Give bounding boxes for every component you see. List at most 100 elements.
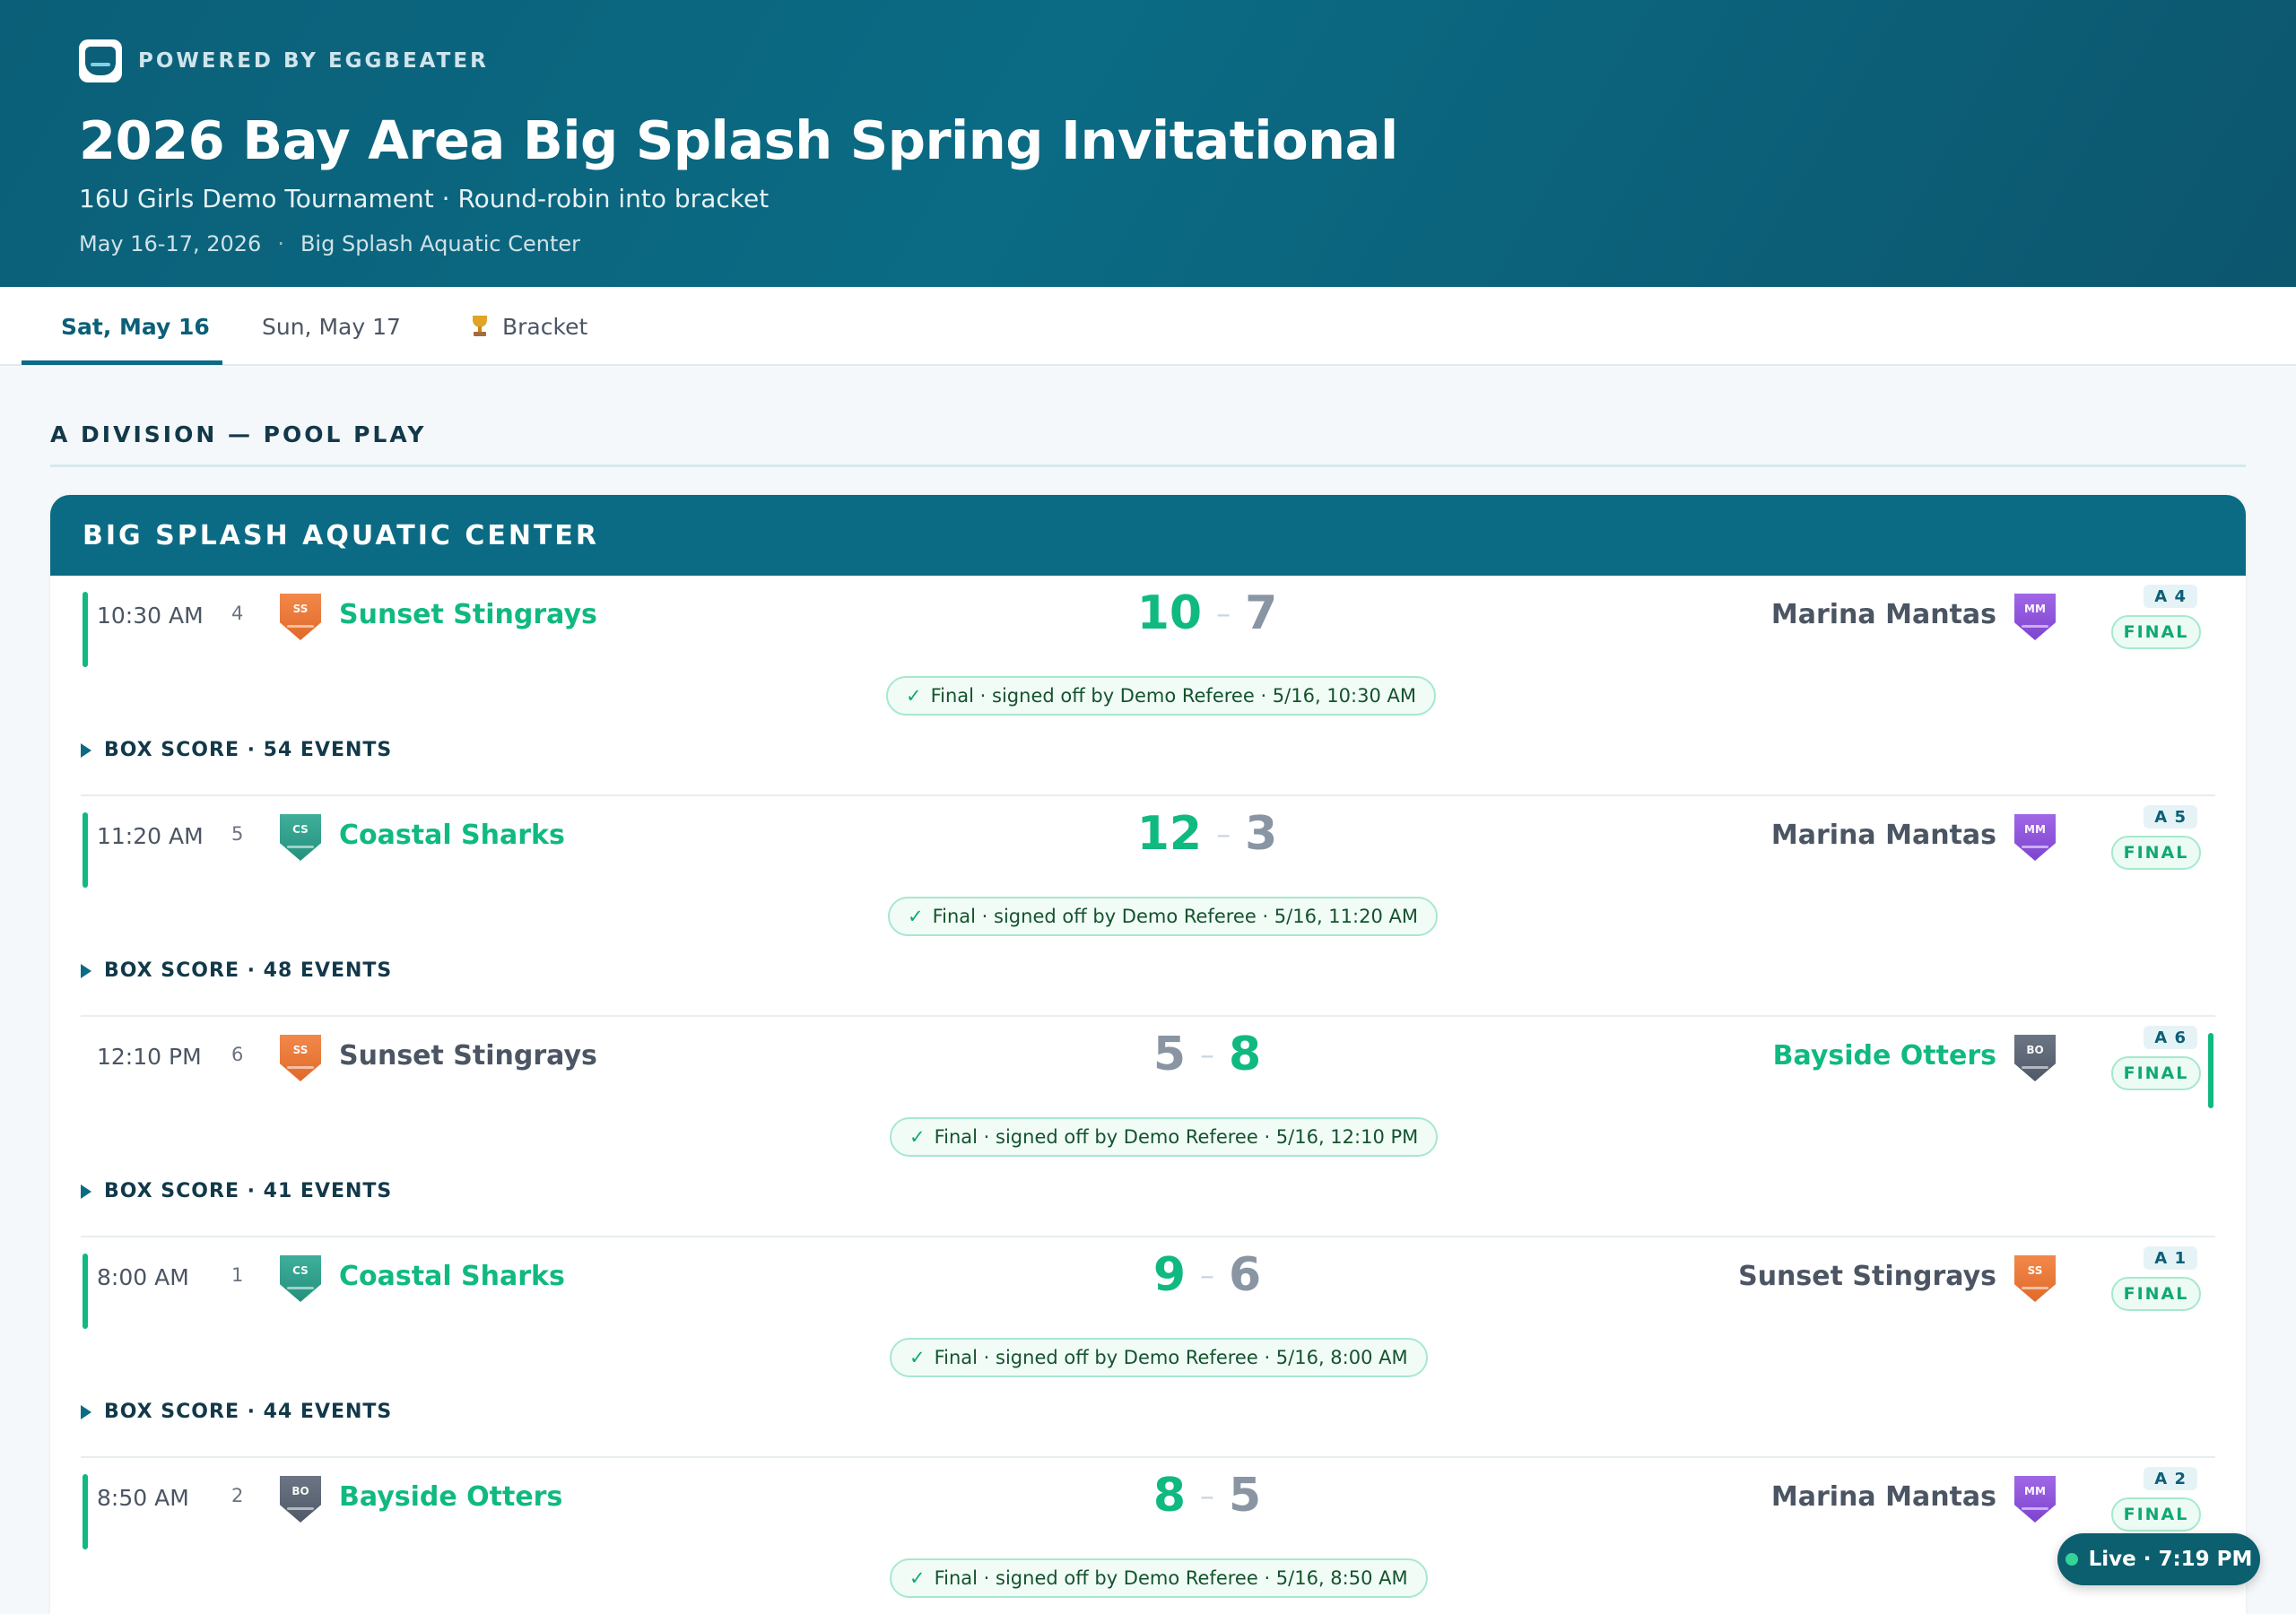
winner-indicator — [2208, 1033, 2213, 1108]
status-badge: FINAL — [2111, 1056, 2201, 1090]
live-label: Live · 7:19 PM — [2088, 1548, 2253, 1571]
box-score-label: BOX SCORE · 48 EVENTS — [104, 959, 393, 982]
division-divider — [50, 464, 2246, 467]
signoff-text: Final · signed off by Demo Referee · 5/1… — [932, 906, 1418, 927]
game-code-badge: A 6 — [2144, 1026, 2197, 1049]
away-team-name[interactable]: Marina Mantas — [1771, 599, 1996, 630]
check-icon: ✓ — [909, 1567, 926, 1589]
game-number: 1 — [231, 1264, 244, 1286]
winner-indicator — [83, 1254, 88, 1329]
game-number: 2 — [231, 1485, 244, 1506]
game-time: 12:10 PM — [97, 1044, 202, 1070]
away-team-name[interactable]: Marina Mantas — [1771, 1481, 1996, 1513]
away-score: 3 — [1245, 807, 1278, 861]
home-score: 8 — [1152, 1469, 1186, 1523]
page-title: 2026 Bay Area Big Splash Spring Invitati… — [79, 109, 1398, 171]
game-number: 6 — [231, 1044, 244, 1065]
home-team-name[interactable]: Coastal Sharks — [339, 1261, 565, 1292]
meta-separator: · — [277, 231, 284, 256]
home-team-name[interactable]: Sunset Stingrays — [339, 599, 597, 630]
game-time: 10:30 AM — [97, 603, 204, 629]
game-row[interactable]: 10:30 AM 4 SS Sunset Stingrays 10 – 7 Ma… — [50, 576, 2246, 796]
team-crest-icon: CS — [280, 814, 321, 861]
powered-by: POWERED BY EGGBEATER — [79, 39, 2217, 82]
team-crest-icon: MM — [2014, 1476, 2056, 1523]
eggbeater-logo-icon[interactable] — [79, 39, 122, 82]
game-score: 5 – 8 — [1100, 1028, 1315, 1081]
score-dash: – — [1200, 1258, 1214, 1292]
check-icon: ✓ — [909, 1126, 926, 1148]
away-score: 6 — [1229, 1248, 1262, 1302]
day-tabs: Sat, May 16 Sun, May 17 Bracket — [0, 287, 2296, 366]
away-score: 7 — [1245, 586, 1278, 640]
winner-indicator — [83, 1474, 88, 1549]
game-time: 8:50 AM — [97, 1485, 189, 1511]
home-score: 12 — [1136, 807, 1203, 861]
winner-indicator — [83, 592, 88, 667]
home-score: 10 — [1136, 586, 1203, 640]
expand-triangle-icon — [81, 1404, 91, 1419]
game-code-badge: A 1 — [2144, 1246, 2197, 1270]
live-dot-icon — [2065, 1553, 2078, 1566]
game-score: 12 – 3 — [1100, 807, 1315, 861]
away-team-name[interactable]: Marina Mantas — [1771, 820, 1996, 851]
box-score-toggle[interactable]: BOX SCORE · 44 EVENTS — [81, 1401, 392, 1423]
home-score: 9 — [1152, 1248, 1186, 1302]
status-badge: FINAL — [2111, 1497, 2201, 1532]
tab-bracket-label: Bracket — [502, 313, 588, 340]
team-crest-icon: MM — [2014, 594, 2056, 640]
away-team-name[interactable]: Sunset Stingrays — [1738, 1261, 1996, 1292]
expand-triangle-icon — [81, 742, 91, 758]
team-crest-icon: BO — [280, 1476, 321, 1523]
game-row[interactable]: 8:00 AM 1 CS Coastal Sharks 9 – 6 Sunset… — [50, 1237, 2246, 1458]
game-score: 10 – 7 — [1100, 586, 1315, 640]
game-code-badge: A 2 — [2144, 1467, 2197, 1490]
home-team-name[interactable]: Coastal Sharks — [339, 820, 565, 851]
signoff-text: Final · signed off by Demo Referee · 5/1… — [934, 1347, 1408, 1368]
tab-sat-may-16[interactable]: Sat, May 16 — [61, 287, 210, 366]
status-badge: FINAL — [2111, 1277, 2201, 1311]
away-score: 8 — [1229, 1028, 1262, 1081]
game-row[interactable]: 11:20 AM 5 CS Coastal Sharks 12 – 3 Mari… — [50, 796, 2246, 1017]
division-heading: A DIVISION — POOL PLAY — [50, 421, 427, 447]
game-score: 8 – 5 — [1100, 1469, 1315, 1523]
expand-triangle-icon — [81, 963, 91, 978]
winner-indicator — [83, 812, 88, 888]
event-venue: Big Splash Aquatic Center — [300, 231, 580, 256]
game-number: 4 — [231, 603, 244, 624]
game-code-badge: A 5 — [2144, 805, 2197, 829]
away-team-name[interactable]: Bayside Otters — [1773, 1040, 1996, 1072]
event-dates: May 16-17, 2026 — [79, 231, 262, 256]
signoff-pill: ✓ Final · signed off by Demo Referee · 5… — [888, 897, 1438, 936]
tab-bracket[interactable]: Bracket — [470, 287, 587, 366]
status-badge: FINAL — [2111, 615, 2201, 649]
home-team-name[interactable]: Sunset Stingrays — [339, 1040, 597, 1072]
team-crest-icon: SS — [280, 594, 321, 640]
check-icon: ✓ — [909, 1347, 926, 1368]
check-icon: ✓ — [908, 906, 924, 927]
team-crest-icon: SS — [280, 1035, 321, 1081]
signoff-text: Final · signed off by Demo Referee · 5/1… — [930, 685, 1416, 707]
box-score-toggle[interactable]: BOX SCORE · 41 EVENTS — [81, 1180, 392, 1202]
game-time: 8:00 AM — [97, 1264, 189, 1290]
tab-sun-may-17[interactable]: Sun, May 17 — [262, 287, 401, 366]
game-time: 11:20 AM — [97, 823, 204, 849]
signoff-pill: ✓ Final · signed off by Demo Referee · 5… — [890, 1338, 1428, 1377]
status-badge: FINAL — [2111, 836, 2201, 870]
game-number: 5 — [231, 823, 244, 845]
live-clock-pill[interactable]: Live · 7:19 PM — [2057, 1533, 2260, 1585]
team-crest-icon: BO — [2014, 1035, 2056, 1081]
score-dash: – — [1200, 1037, 1214, 1072]
score-dash: – — [1200, 1479, 1214, 1513]
box-score-toggle[interactable]: BOX SCORE · 48 EVENTS — [81, 959, 392, 982]
signoff-pill: ✓ Final · signed off by Demo Referee · 5… — [890, 1558, 1428, 1598]
game-row[interactable]: 8:50 AM 2 BO Bayside Otters 8 – 5 Marina… — [50, 1458, 2246, 1614]
signoff-pill: ✓ Final · signed off by Demo Referee · 5… — [890, 1117, 1439, 1157]
box-score-label: BOX SCORE · 54 EVENTS — [104, 739, 393, 761]
box-score-toggle[interactable]: BOX SCORE · 54 EVENTS — [81, 739, 392, 761]
box-score-label: BOX SCORE · 41 EVENTS — [104, 1180, 393, 1202]
home-team-name[interactable]: Bayside Otters — [339, 1481, 562, 1513]
expand-triangle-icon — [81, 1184, 91, 1199]
game-row[interactable]: 12:10 PM 6 SS Sunset Stingrays 5 – 8 Bay… — [50, 1017, 2246, 1237]
event-meta: May 16-17, 2026 · Big Splash Aquatic Cente… — [79, 231, 2217, 256]
